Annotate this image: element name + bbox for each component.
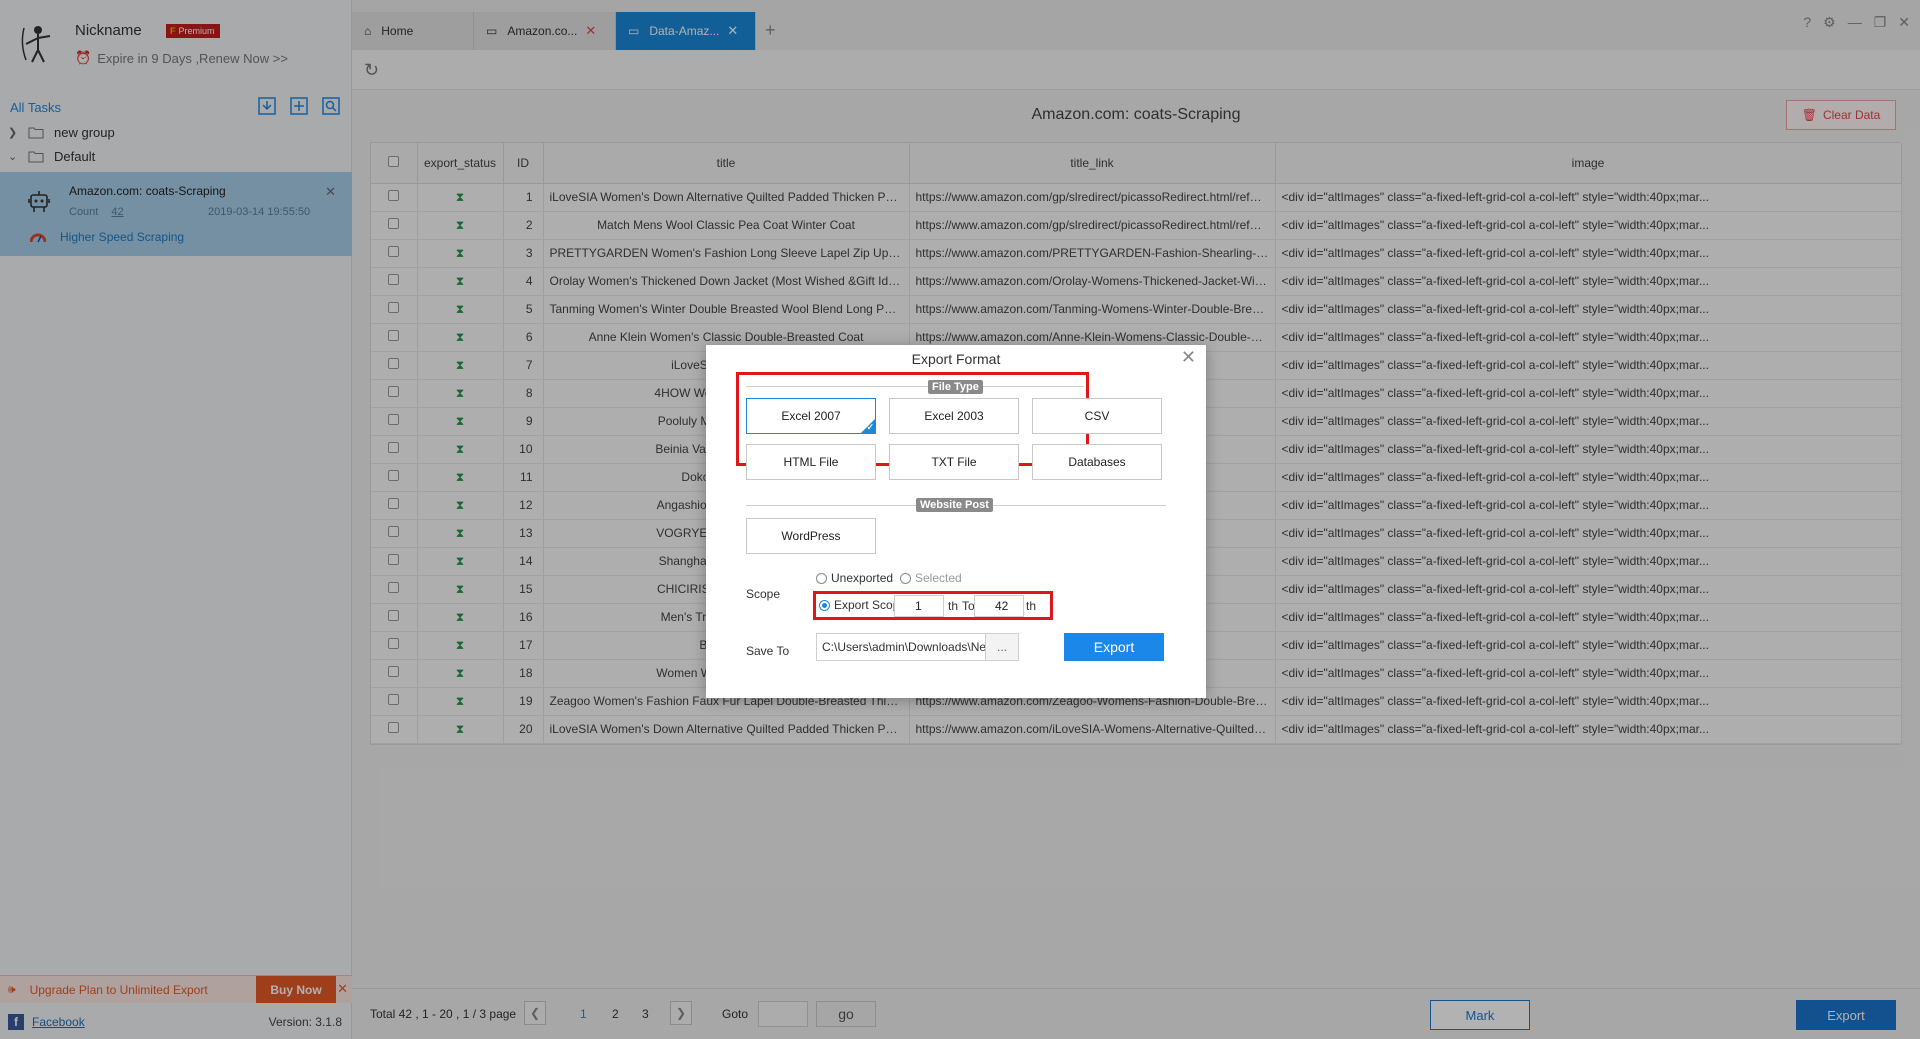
- browse-button[interactable]: ...: [985, 633, 1019, 661]
- unexported-label: Unexported: [831, 571, 894, 585]
- export-format-dialog: Export Format ✕ File Type Excel 2007 ✓ E…: [706, 345, 1206, 698]
- html-file-option[interactable]: HTML File: [746, 444, 876, 480]
- txt-file-option[interactable]: TXT File: [889, 444, 1019, 480]
- export-scope-radio[interactable]: [819, 599, 830, 611]
- option-label: CSV: [1084, 409, 1110, 423]
- scope-to-input[interactable]: 42: [974, 595, 1024, 617]
- to-label: To: [962, 599, 975, 613]
- unexported-option[interactable]: Unexported: [816, 571, 893, 585]
- file-type-label: File Type: [928, 380, 983, 394]
- excel-2007-option[interactable]: Excel 2007 ✓: [746, 398, 876, 434]
- save-path-input[interactable]: C:\Users\admin\Downloads\New fold: [816, 633, 986, 661]
- unexported-radio[interactable]: [816, 572, 827, 584]
- website-post-label: Website Post: [916, 498, 993, 512]
- option-label: Excel 2003: [924, 409, 984, 423]
- divider: [746, 386, 1084, 387]
- save-to-label: Save To: [746, 644, 790, 658]
- selected-option[interactable]: Selected: [900, 571, 962, 585]
- databases-option[interactable]: Databases: [1032, 444, 1162, 480]
- close-icon[interactable]: ✕: [1181, 347, 1196, 368]
- excel-2003-option[interactable]: Excel 2003: [889, 398, 1019, 434]
- csv-option[interactable]: CSV: [1032, 398, 1162, 434]
- check-icon: ✓: [866, 422, 874, 432]
- selected-label: Selected: [915, 571, 962, 585]
- th-suffix: th: [948, 599, 959, 613]
- export-button[interactable]: Export: [1064, 633, 1164, 661]
- option-label: Databases: [1068, 455, 1126, 469]
- option-label: WordPress: [781, 529, 841, 543]
- selected-radio[interactable]: [900, 572, 911, 584]
- th-suffix: th: [1026, 599, 1037, 613]
- option-label: HTML File: [783, 455, 839, 469]
- scope-from-input[interactable]: 1: [894, 595, 944, 617]
- dialog-title: Export Format: [911, 351, 1001, 367]
- scope-label: Scope: [746, 587, 781, 601]
- option-label: TXT File: [931, 455, 977, 469]
- wordpress-option[interactable]: WordPress: [746, 518, 876, 554]
- option-label: Excel 2007: [781, 409, 841, 423]
